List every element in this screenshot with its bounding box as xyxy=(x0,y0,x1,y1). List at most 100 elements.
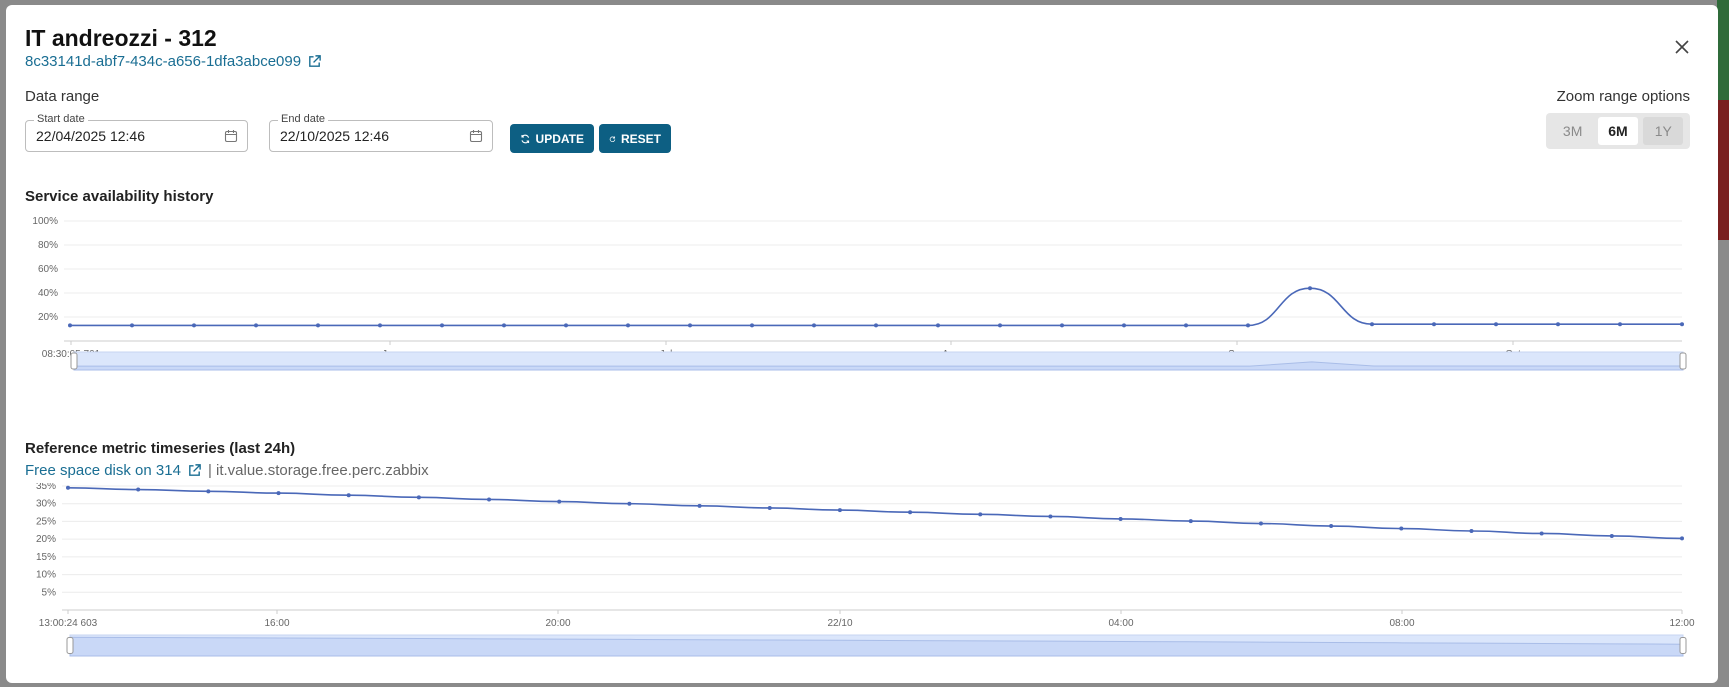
device-uuid: 8c33141d-abf7-434c-a656-1dfa3abce099 xyxy=(25,53,302,70)
data-point xyxy=(564,323,568,328)
x-tick-label: 04:00 xyxy=(1108,618,1133,629)
zoom-range-group: 3M 6M 1Y xyxy=(1546,113,1690,149)
data-point xyxy=(316,323,320,328)
metric-info: Free space disk on 314 | it.value.storag… xyxy=(25,462,429,479)
data-point xyxy=(936,323,940,328)
navigator-handle-right xyxy=(1679,637,1687,654)
metric-link[interactable]: Free space disk on 314 xyxy=(25,462,202,479)
y-tick-label: 25% xyxy=(36,516,56,527)
data-point xyxy=(812,323,816,328)
y-tick-label: 10% xyxy=(36,570,56,581)
data-point xyxy=(1118,516,1123,521)
data-point xyxy=(487,497,492,502)
data-point xyxy=(750,323,754,328)
data-point xyxy=(1060,323,1064,328)
data-point xyxy=(1246,323,1250,328)
data-point xyxy=(416,495,421,500)
data-point xyxy=(1329,524,1334,529)
data-point xyxy=(1494,322,1498,327)
close-icon[interactable] xyxy=(1672,37,1692,57)
end-date-label: End date xyxy=(278,113,329,125)
navigator-handle-left xyxy=(66,637,74,654)
data-point xyxy=(626,323,630,328)
x-tick-label: 16:00 xyxy=(264,618,289,629)
start-date-field[interactable]: Start date 22/04/2025 12:46 xyxy=(25,113,248,152)
end-date-field[interactable]: End date 22/10/2025 12:46 xyxy=(269,113,493,152)
end-date-value: 22/10/2025 12:46 xyxy=(280,128,389,144)
y-tick-label: 100% xyxy=(32,216,58,227)
reference-chart[interactable]: 5% 10% 15% 20% 25% 30% 35% 13:00:24 603 16:00 20:… xyxy=(6,483,1718,663)
zoom-range-label: Zoom range options xyxy=(1556,88,1690,105)
data-point xyxy=(697,503,702,508)
data-point xyxy=(276,491,281,496)
data-point xyxy=(502,323,506,328)
start-date-label: Start date xyxy=(34,113,88,125)
external-link-icon xyxy=(189,464,201,476)
data-point xyxy=(1680,322,1684,327)
data-point xyxy=(1370,322,1374,327)
zoom-option-3m[interactable]: 3M xyxy=(1553,117,1593,145)
y-tick-label: 20% xyxy=(36,534,56,545)
data-point xyxy=(1188,519,1193,524)
data-range-label: Data range xyxy=(25,88,100,105)
reference-chart-title: Reference metric timeseries (last 24h) xyxy=(25,440,296,457)
data-point xyxy=(346,493,351,498)
data-point xyxy=(1432,322,1436,327)
availability-chart-title: Service availability history xyxy=(25,188,214,205)
y-tick-label: 60% xyxy=(38,264,58,275)
metric-link-label: Free space disk on 314 xyxy=(25,462,181,479)
zoom-option-1y[interactable]: 1Y xyxy=(1643,117,1684,145)
data-point xyxy=(1556,322,1560,327)
backdrop-accent xyxy=(1717,0,1729,100)
navigator-handle-left xyxy=(70,352,78,370)
y-tick-label: 20% xyxy=(38,312,58,323)
data-point xyxy=(627,501,632,506)
series-line xyxy=(67,486,1683,540)
reset-label: RESET xyxy=(620,131,661,146)
y-tick-label: 30% xyxy=(36,499,56,510)
data-point xyxy=(837,508,842,513)
update-label: UPDATE xyxy=(535,131,584,146)
y-tick-label: 5% xyxy=(42,587,57,598)
availability-chart[interactable]: 20%40%60%80%100%08:30:05 701JunJulAugSep… xyxy=(6,210,1718,410)
data-point xyxy=(1609,533,1614,538)
data-point xyxy=(1184,323,1188,328)
reset-button[interactable]: RESET xyxy=(599,124,671,153)
data-point xyxy=(557,499,562,504)
backdrop-accent xyxy=(1717,100,1729,240)
data-point xyxy=(998,323,1002,328)
x-tick-label: 13:00:24 603 xyxy=(39,618,98,629)
external-link-icon xyxy=(309,55,321,67)
data-point xyxy=(66,485,70,490)
data-point xyxy=(874,323,878,328)
zoom-option-6m[interactable]: 6M xyxy=(1597,117,1638,145)
device-uuid-link[interactable]: 8c33141d-abf7-434c-a656-1dfa3abce099 xyxy=(25,53,322,70)
data-point xyxy=(130,323,134,328)
data-point xyxy=(68,323,72,328)
calendar-icon[interactable] xyxy=(469,129,483,143)
x-tick-label: 20:00 xyxy=(545,618,570,629)
data-point xyxy=(378,323,382,328)
x-tick-label: 08:00 xyxy=(1389,618,1414,629)
data-point xyxy=(978,512,983,517)
data-point xyxy=(136,487,141,492)
y-tick-label: 40% xyxy=(38,288,58,299)
start-date-value: 22/04/2025 12:46 xyxy=(36,128,145,144)
data-point xyxy=(767,505,772,510)
data-point xyxy=(1048,514,1053,519)
calendar-icon[interactable] xyxy=(224,129,238,143)
metric-identifier: | it.value.storage.free.perc.zabbix xyxy=(207,462,429,479)
x-tick-label: 22/10 xyxy=(827,618,852,629)
update-button[interactable]: UPDATE xyxy=(510,124,594,153)
reset-icon xyxy=(609,135,616,142)
data-point xyxy=(440,323,444,328)
series-line xyxy=(70,287,1682,327)
data-point xyxy=(254,323,258,328)
data-point xyxy=(688,323,692,328)
modal-title: IT andreozzi - 312 xyxy=(25,25,217,51)
data-point xyxy=(1680,536,1684,541)
data-point xyxy=(192,323,196,328)
refresh-icon xyxy=(521,134,530,143)
device-detail-modal: IT andreozzi - 312 8c33141d-abf7-434c-a6… xyxy=(6,5,1718,683)
navigator-handle-right xyxy=(1679,352,1687,370)
